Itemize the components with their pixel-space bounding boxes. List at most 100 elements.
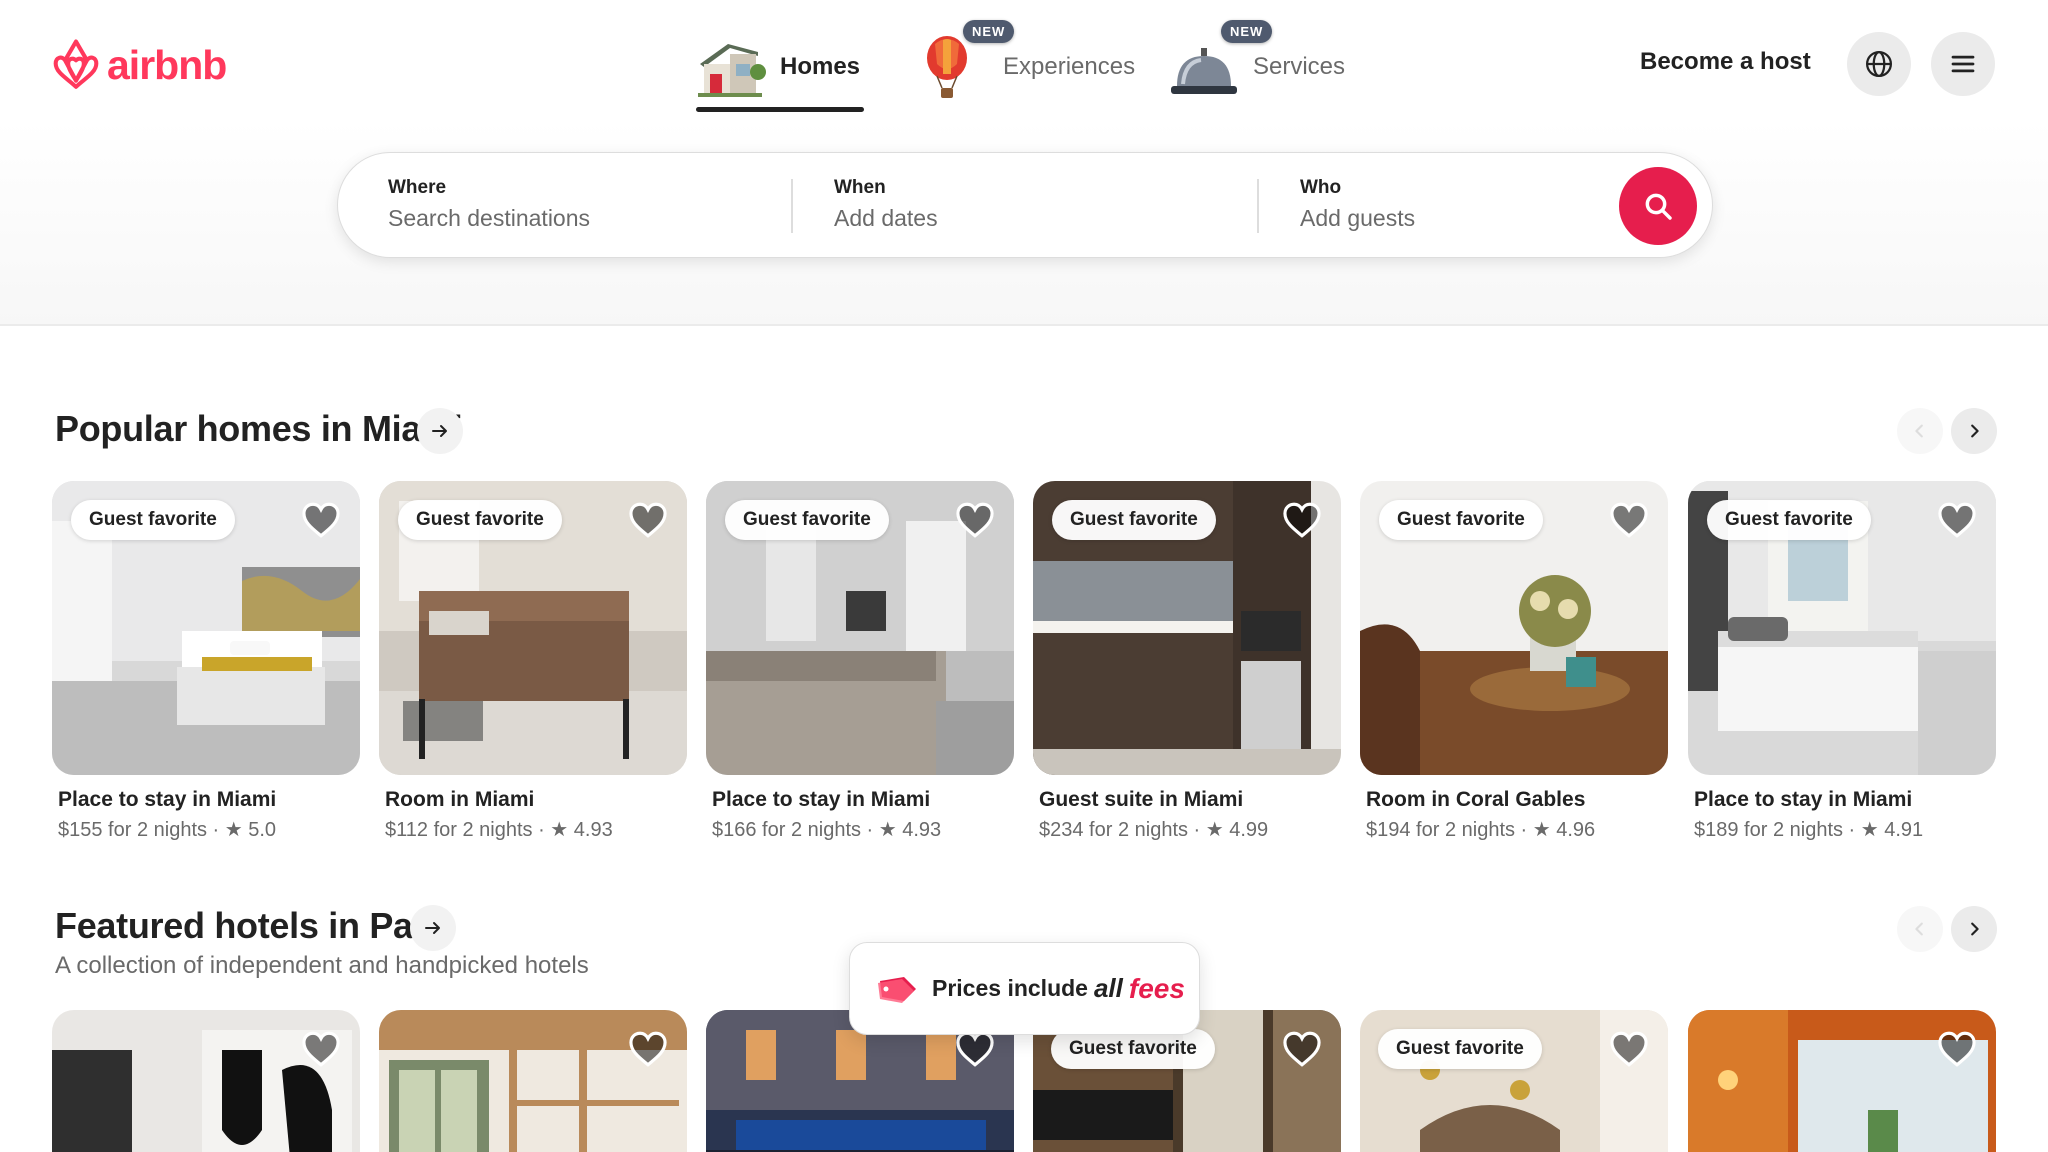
listing-price-rating: $166 for 2 nights · ★ 4.93: [712, 819, 942, 841]
listing-card[interactable]: Guest favorite Guest suite in Miami $234…: [1033, 481, 1341, 842]
heart-icon[interactable]: [1608, 1028, 1650, 1070]
listing-photo[interactable]: Guest favorite: [1033, 481, 1341, 775]
listing-price-rating: $155 for 2 nights · ★ 5.0: [58, 819, 277, 841]
carousel-next-button[interactable]: [1951, 408, 1997, 454]
heart-icon[interactable]: [300, 499, 342, 541]
where-label: Where: [388, 177, 447, 198]
listing-card[interactable]: Guest favorite Place to stay in Miami $1…: [52, 481, 360, 842]
tab-homes[interactable]: Homes: [694, 22, 864, 112]
section-arrow-button[interactable]: [417, 408, 463, 454]
when-field[interactable]: When Add dates: [834, 177, 1214, 232]
search-bar: Where Search destinations When Add dates…: [337, 152, 1713, 258]
arrow-right-icon: [432, 425, 447, 437]
listing-photo[interactable]: Guest favorite: [1688, 481, 1996, 775]
section-title-popular[interactable]: Popular homes in Miami: [55, 408, 463, 450]
category-nav: Homes NEW Experiences NEW Services: [694, 20, 1347, 112]
hotel-card[interactable]: Guest favorite: [1360, 1010, 1668, 1152]
where-field[interactable]: Where Search destinations: [388, 177, 768, 232]
listing-title: Place to stay in Miami: [712, 788, 931, 811]
listing-card[interactable]: Guest favorite Place to stay in Miami $1…: [1688, 481, 1996, 842]
search-divider: [791, 179, 793, 233]
listing-photo[interactable]: Guest favorite: [1360, 481, 1668, 775]
listing-price-rating: $189 for 2 nights · ★ 4.91: [1694, 819, 1924, 841]
listing-price-rating: $112 for 2 nights · ★ 4.93: [385, 819, 613, 841]
prices-include-fees-toast[interactable]: Prices include all fees: [849, 942, 1200, 1035]
listing-card[interactable]: Guest favorite Room in Coral Gables $194…: [1360, 481, 1668, 842]
become-a-host-link[interactable]: Become a host: [1632, 44, 1819, 80]
guest-favorite-badge: Guest favorite: [398, 500, 562, 540]
section-title-featured[interactable]: Featured hotels in Paris: [55, 905, 456, 947]
toast-text-fees: fees: [1128, 972, 1185, 1004]
airbnb-logo-text: airbnb: [107, 41, 227, 88]
tab-services-label: Services: [1253, 53, 1346, 80]
who-label: Who: [1300, 177, 1342, 198]
section-subtitle: A collection of independent and handpick…: [55, 952, 589, 979]
main-menu-button[interactable]: [1931, 32, 1995, 96]
heart-icon[interactable]: [1936, 499, 1978, 541]
carousel-pager: [1897, 906, 1997, 952]
tab-homes-label: Homes: [780, 53, 861, 80]
new-badge: NEW: [963, 20, 1015, 43]
search-divider: [1257, 179, 1259, 233]
carousel-prev-button[interactable]: [1897, 408, 1943, 454]
listing-title: Room in Coral Gables: [1366, 788, 1586, 811]
listing-photo[interactable]: Guest favorite: [52, 481, 360, 775]
service-bell-icon: [1167, 34, 1241, 100]
heart-icon[interactable]: [627, 499, 669, 541]
hotel-card[interactable]: [1688, 1010, 1996, 1152]
heart-icon[interactable]: [954, 499, 996, 541]
carousel-next-button[interactable]: [1951, 906, 1997, 952]
chevron-right-icon: [1971, 922, 1979, 936]
heart-icon[interactable]: [1936, 1028, 1978, 1070]
tab-experiences[interactable]: NEW Experiences: [917, 20, 1135, 112]
guest-favorite-badge: Guest favorite: [1052, 500, 1216, 540]
hotel-card[interactable]: [379, 1010, 687, 1152]
listing-photo[interactable]: Guest favorite: [379, 481, 687, 775]
listing-price-rating: $234 for 2 nights · ★ 4.99: [1039, 819, 1269, 841]
guest-favorite-badge: Guest favorite: [1051, 1029, 1215, 1069]
guest-favorite-badge: Guest favorite: [725, 500, 889, 540]
search-icon: [1645, 193, 1672, 220]
guest-favorite-badge: Guest favorite: [1379, 500, 1543, 540]
new-badge: NEW: [1221, 20, 1273, 43]
tab-experiences-label: Experiences: [1003, 53, 1136, 80]
listing-title: Room in Miami: [385, 788, 535, 811]
when-label: When: [834, 177, 886, 198]
search-button[interactable]: [1619, 167, 1697, 245]
language-button[interactable]: [1847, 32, 1911, 96]
heart-icon[interactable]: [1608, 499, 1650, 541]
toast-text-prefix: Prices include: [932, 975, 1088, 1001]
hotel-card[interactable]: [52, 1010, 360, 1152]
section-arrow-button[interactable]: [410, 905, 456, 951]
house-icon: [694, 34, 768, 100]
globe-icon: [1866, 51, 1892, 77]
hot-air-balloon-icon: [917, 34, 991, 100]
chevron-left-icon: [1915, 922, 1923, 936]
where-placeholder: Search destinations: [388, 205, 591, 231]
hamburger-menu-icon: [1951, 55, 1975, 73]
listing-price-rating: $194 for 2 nights · ★ 4.96: [1366, 819, 1596, 841]
listing-title: Place to stay in Miami: [1694, 788, 1913, 811]
listing-photo[interactable]: Guest favorite: [706, 481, 1014, 775]
heart-icon[interactable]: [1281, 1028, 1323, 1070]
airbnb-logo[interactable]: airbnb: [51, 38, 227, 92]
listing-card[interactable]: Guest favorite Place to stay in Miami $1…: [706, 481, 1014, 842]
header: airbnb Homes NEW Experiences NEW Service…: [0, 0, 2048, 326]
heart-icon[interactable]: [300, 1028, 342, 1070]
heart-icon[interactable]: [627, 1028, 669, 1070]
guest-favorite-badge: Guest favorite: [1378, 1029, 1542, 1069]
who-placeholder: Add guests: [1300, 205, 1416, 231]
listing-card[interactable]: Guest favorite Room in Miami $112 for 2 …: [379, 481, 687, 842]
tab-services[interactable]: NEW Services: [1167, 20, 1347, 112]
chevron-right-icon: [1971, 424, 1979, 438]
listing-title: Place to stay in Miami: [58, 788, 277, 811]
heart-icon[interactable]: [1281, 499, 1323, 541]
guest-favorite-badge: Guest favorite: [71, 500, 235, 540]
when-placeholder: Add dates: [834, 205, 938, 231]
carousel-prev-button[interactable]: [1897, 906, 1943, 952]
chevron-left-icon: [1915, 424, 1923, 438]
who-field[interactable]: Who Add guests: [1300, 177, 1580, 232]
toast-text-all: all: [1093, 973, 1123, 1003]
airbnb-logo-icon: [53, 39, 99, 89]
arrow-right-icon: [425, 922, 440, 934]
